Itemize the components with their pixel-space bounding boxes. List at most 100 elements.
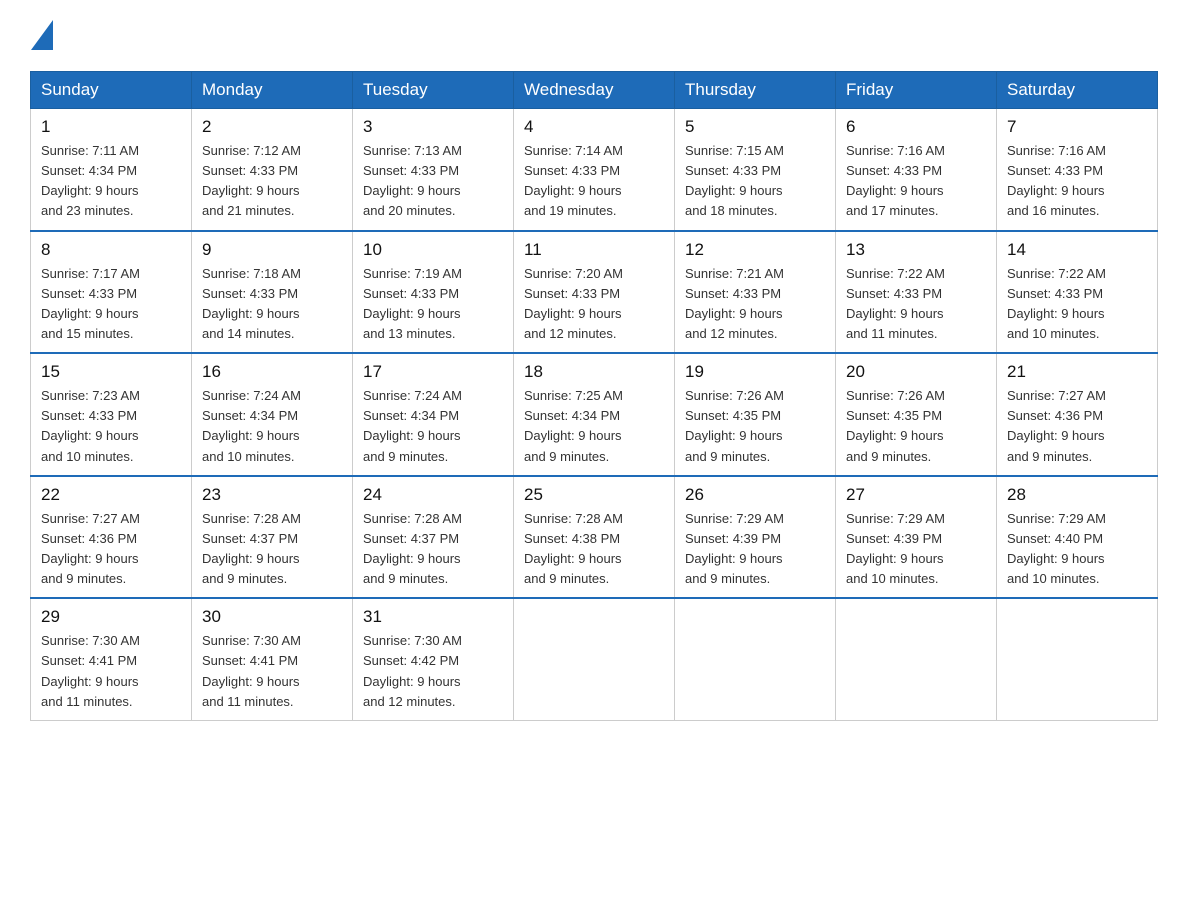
day-number: 18 [524,362,664,382]
day-number: 21 [1007,362,1147,382]
calendar-cell: 24 Sunrise: 7:28 AMSunset: 4:37 PMDaylig… [353,476,514,599]
day-info: Sunrise: 7:11 AMSunset: 4:34 PMDaylight:… [41,141,181,222]
day-info: Sunrise: 7:14 AMSunset: 4:33 PMDaylight:… [524,141,664,222]
day-number: 9 [202,240,342,260]
logo [30,20,54,51]
calendar-cell [675,598,836,720]
calendar-cell: 5 Sunrise: 7:15 AMSunset: 4:33 PMDayligh… [675,109,836,231]
calendar-cell: 29 Sunrise: 7:30 AMSunset: 4:41 PMDaylig… [31,598,192,720]
calendar-cell: 21 Sunrise: 7:27 AMSunset: 4:36 PMDaylig… [997,353,1158,476]
calendar-cell: 14 Sunrise: 7:22 AMSunset: 4:33 PMDaylig… [997,231,1158,354]
calendar-cell [514,598,675,720]
day-info: Sunrise: 7:28 AMSunset: 4:38 PMDaylight:… [524,509,664,590]
calendar-cell: 15 Sunrise: 7:23 AMSunset: 4:33 PMDaylig… [31,353,192,476]
day-number: 6 [846,117,986,137]
day-number: 20 [846,362,986,382]
calendar-cell: 7 Sunrise: 7:16 AMSunset: 4:33 PMDayligh… [997,109,1158,231]
day-info: Sunrise: 7:21 AMSunset: 4:33 PMDaylight:… [685,264,825,345]
day-number: 13 [846,240,986,260]
calendar-cell: 11 Sunrise: 7:20 AMSunset: 4:33 PMDaylig… [514,231,675,354]
day-info: Sunrise: 7:29 AMSunset: 4:39 PMDaylight:… [685,509,825,590]
day-number: 16 [202,362,342,382]
day-number: 11 [524,240,664,260]
calendar-cell: 10 Sunrise: 7:19 AMSunset: 4:33 PMDaylig… [353,231,514,354]
calendar-cell: 27 Sunrise: 7:29 AMSunset: 4:39 PMDaylig… [836,476,997,599]
day-number: 4 [524,117,664,137]
day-number: 3 [363,117,503,137]
day-number: 5 [685,117,825,137]
day-number: 7 [1007,117,1147,137]
day-number: 23 [202,485,342,505]
calendar-cell: 9 Sunrise: 7:18 AMSunset: 4:33 PMDayligh… [192,231,353,354]
day-number: 19 [685,362,825,382]
day-number: 17 [363,362,503,382]
calendar-week-row: 8 Sunrise: 7:17 AMSunset: 4:33 PMDayligh… [31,231,1158,354]
day-number: 31 [363,607,503,627]
day-info: Sunrise: 7:17 AMSunset: 4:33 PMDaylight:… [41,264,181,345]
day-info: Sunrise: 7:20 AMSunset: 4:33 PMDaylight:… [524,264,664,345]
day-info: Sunrise: 7:19 AMSunset: 4:33 PMDaylight:… [363,264,503,345]
day-info: Sunrise: 7:16 AMSunset: 4:33 PMDaylight:… [846,141,986,222]
calendar-cell: 28 Sunrise: 7:29 AMSunset: 4:40 PMDaylig… [997,476,1158,599]
day-info: Sunrise: 7:30 AMSunset: 4:41 PMDaylight:… [202,631,342,712]
day-info: Sunrise: 7:27 AMSunset: 4:36 PMDaylight:… [41,509,181,590]
calendar-cell: 6 Sunrise: 7:16 AMSunset: 4:33 PMDayligh… [836,109,997,231]
day-info: Sunrise: 7:27 AMSunset: 4:36 PMDaylight:… [1007,386,1147,467]
page-header [30,20,1158,51]
day-number: 2 [202,117,342,137]
day-info: Sunrise: 7:29 AMSunset: 4:39 PMDaylight:… [846,509,986,590]
calendar-cell: 1 Sunrise: 7:11 AMSunset: 4:34 PMDayligh… [31,109,192,231]
calendar-cell: 16 Sunrise: 7:24 AMSunset: 4:34 PMDaylig… [192,353,353,476]
day-info: Sunrise: 7:24 AMSunset: 4:34 PMDaylight:… [202,386,342,467]
calendar-table: SundayMondayTuesdayWednesdayThursdayFrid… [30,71,1158,721]
calendar-cell: 13 Sunrise: 7:22 AMSunset: 4:33 PMDaylig… [836,231,997,354]
logo-flag-icon [31,20,53,50]
day-info: Sunrise: 7:18 AMSunset: 4:33 PMDaylight:… [202,264,342,345]
day-info: Sunrise: 7:30 AMSunset: 4:41 PMDaylight:… [41,631,181,712]
calendar-cell: 2 Sunrise: 7:12 AMSunset: 4:33 PMDayligh… [192,109,353,231]
calendar-week-row: 15 Sunrise: 7:23 AMSunset: 4:33 PMDaylig… [31,353,1158,476]
calendar-cell: 30 Sunrise: 7:30 AMSunset: 4:41 PMDaylig… [192,598,353,720]
weekday-header-friday: Friday [836,72,997,109]
weekday-header-monday: Monday [192,72,353,109]
calendar-cell: 31 Sunrise: 7:30 AMSunset: 4:42 PMDaylig… [353,598,514,720]
day-info: Sunrise: 7:22 AMSunset: 4:33 PMDaylight:… [1007,264,1147,345]
weekday-header-wednesday: Wednesday [514,72,675,109]
calendar-cell: 17 Sunrise: 7:24 AMSunset: 4:34 PMDaylig… [353,353,514,476]
day-info: Sunrise: 7:26 AMSunset: 4:35 PMDaylight:… [685,386,825,467]
calendar-week-row: 1 Sunrise: 7:11 AMSunset: 4:34 PMDayligh… [31,109,1158,231]
day-info: Sunrise: 7:26 AMSunset: 4:35 PMDaylight:… [846,386,986,467]
day-info: Sunrise: 7:22 AMSunset: 4:33 PMDaylight:… [846,264,986,345]
day-number: 25 [524,485,664,505]
calendar-cell: 25 Sunrise: 7:28 AMSunset: 4:38 PMDaylig… [514,476,675,599]
day-number: 14 [1007,240,1147,260]
day-number: 12 [685,240,825,260]
day-info: Sunrise: 7:28 AMSunset: 4:37 PMDaylight:… [363,509,503,590]
day-info: Sunrise: 7:13 AMSunset: 4:33 PMDaylight:… [363,141,503,222]
day-number: 29 [41,607,181,627]
calendar-cell: 22 Sunrise: 7:27 AMSunset: 4:36 PMDaylig… [31,476,192,599]
day-number: 24 [363,485,503,505]
calendar-cell: 26 Sunrise: 7:29 AMSunset: 4:39 PMDaylig… [675,476,836,599]
day-info: Sunrise: 7:29 AMSunset: 4:40 PMDaylight:… [1007,509,1147,590]
day-info: Sunrise: 7:16 AMSunset: 4:33 PMDaylight:… [1007,141,1147,222]
weekday-header-thursday: Thursday [675,72,836,109]
calendar-cell: 8 Sunrise: 7:17 AMSunset: 4:33 PMDayligh… [31,231,192,354]
day-number: 10 [363,240,503,260]
day-info: Sunrise: 7:28 AMSunset: 4:37 PMDaylight:… [202,509,342,590]
day-number: 22 [41,485,181,505]
day-info: Sunrise: 7:24 AMSunset: 4:34 PMDaylight:… [363,386,503,467]
calendar-cell [836,598,997,720]
weekday-header-tuesday: Tuesday [353,72,514,109]
day-number: 26 [685,485,825,505]
calendar-cell: 20 Sunrise: 7:26 AMSunset: 4:35 PMDaylig… [836,353,997,476]
calendar-cell: 19 Sunrise: 7:26 AMSunset: 4:35 PMDaylig… [675,353,836,476]
day-number: 15 [41,362,181,382]
calendar-cell: 4 Sunrise: 7:14 AMSunset: 4:33 PMDayligh… [514,109,675,231]
day-info: Sunrise: 7:30 AMSunset: 4:42 PMDaylight:… [363,631,503,712]
day-info: Sunrise: 7:25 AMSunset: 4:34 PMDaylight:… [524,386,664,467]
calendar-cell: 23 Sunrise: 7:28 AMSunset: 4:37 PMDaylig… [192,476,353,599]
weekday-header-sunday: Sunday [31,72,192,109]
day-number: 8 [41,240,181,260]
calendar-cell: 18 Sunrise: 7:25 AMSunset: 4:34 PMDaylig… [514,353,675,476]
